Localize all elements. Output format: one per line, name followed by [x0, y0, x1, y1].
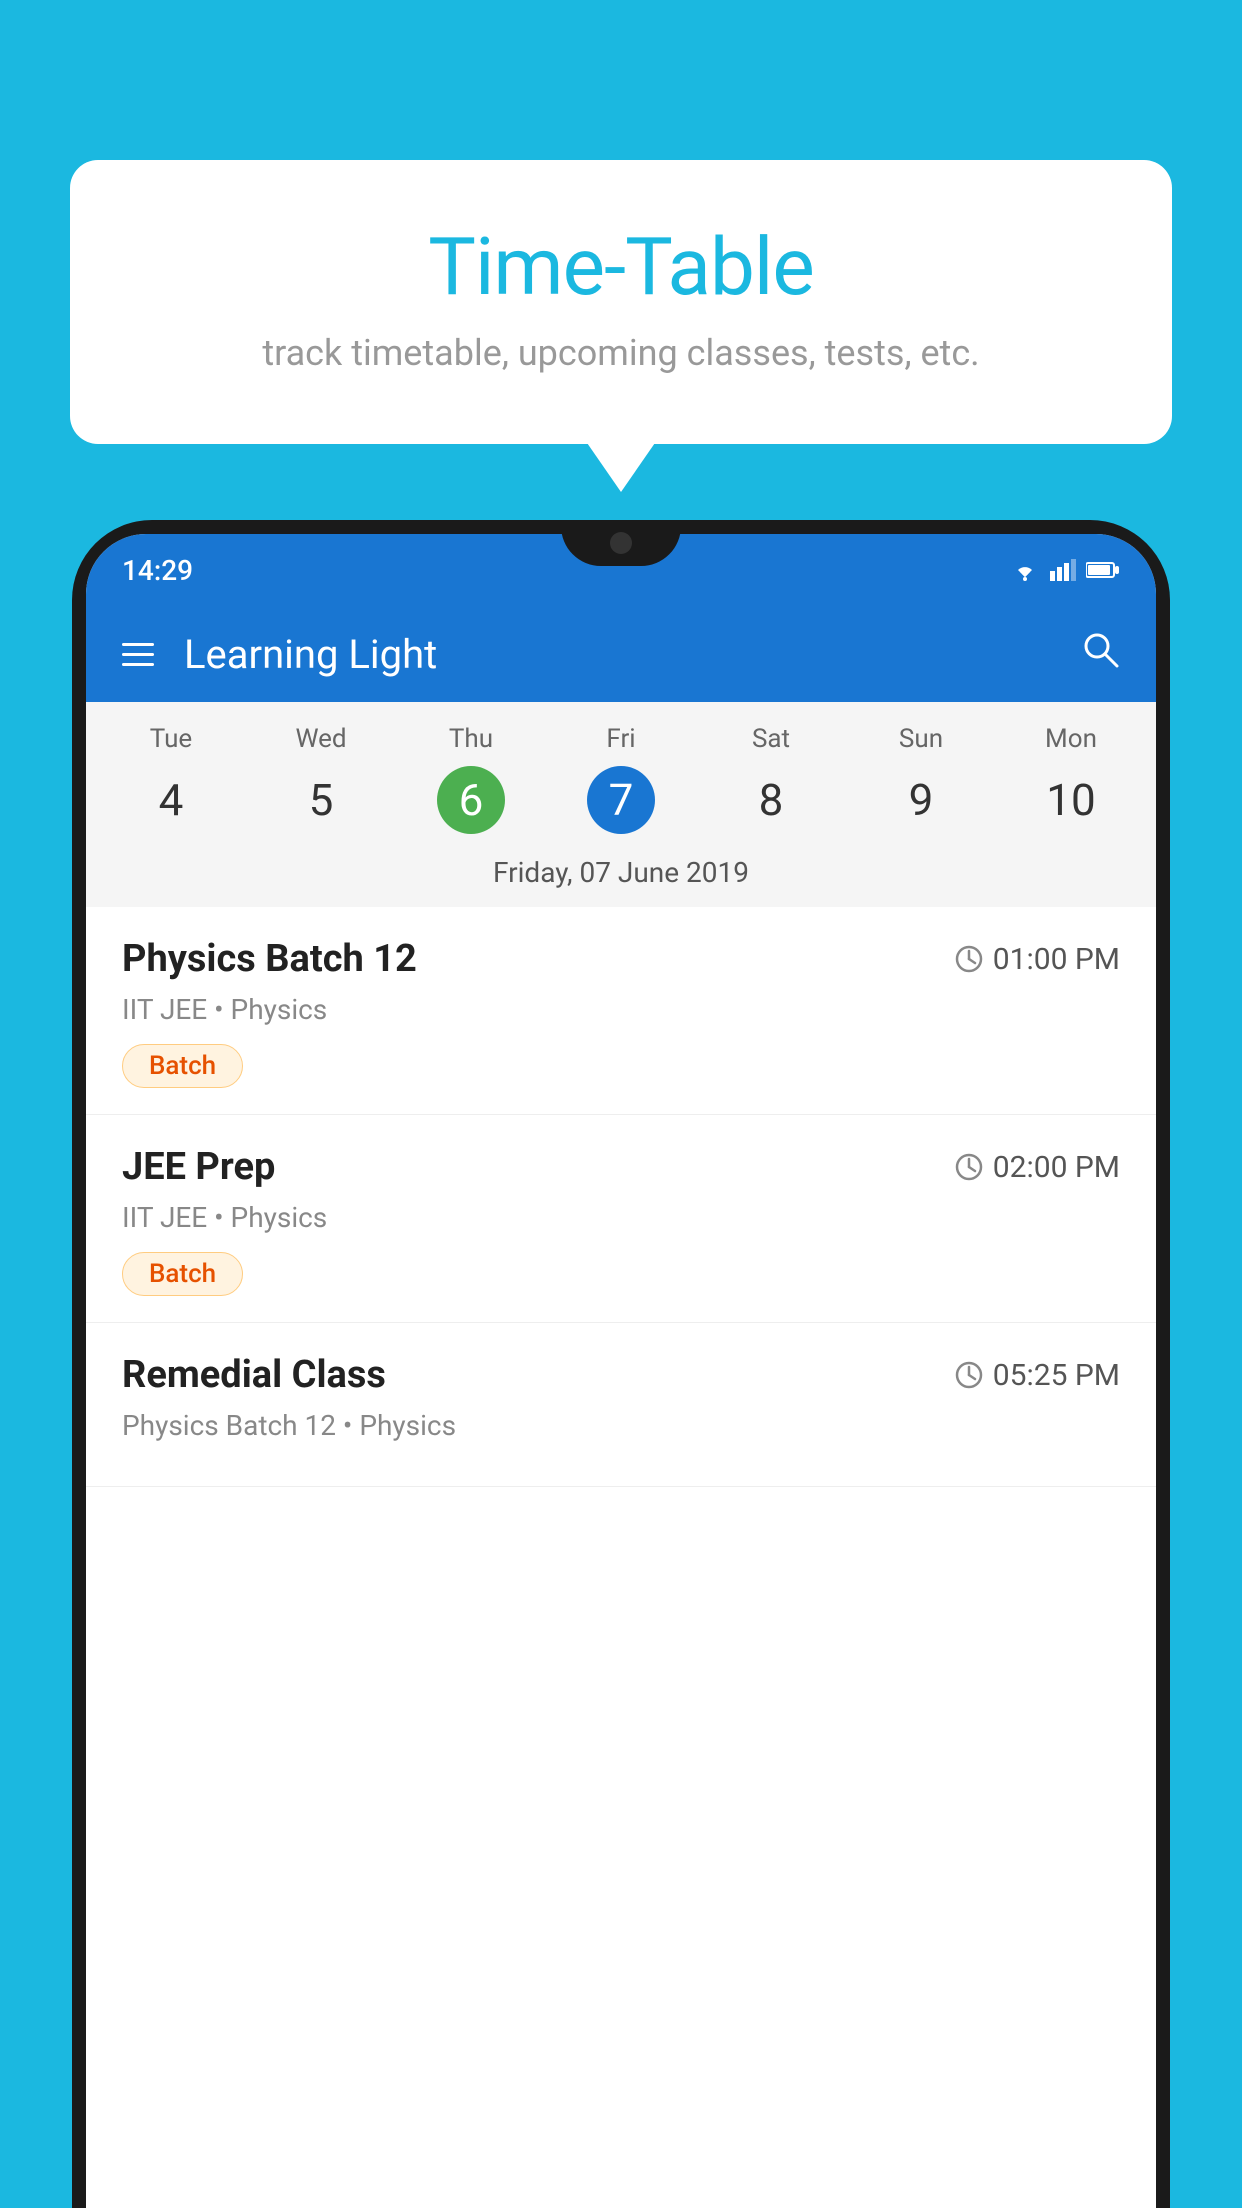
clock-icon: [955, 1153, 983, 1181]
schedule-item[interactable]: JEE Prep 02:00 PM IIT JEE • Physics Batch: [86, 1115, 1156, 1323]
tooltip-title: Time-Table: [120, 220, 1122, 314]
class-name: JEE Prep: [122, 1145, 275, 1189]
day-name: Tue: [96, 724, 246, 754]
day-name: Mon: [996, 724, 1146, 754]
clock-icon: [955, 945, 983, 973]
wifi-icon: [1010, 559, 1040, 581]
phone-mockup: 14:29: [72, 520, 1170, 2208]
batch-badge: Batch: [122, 1044, 243, 1088]
class-name: Remedial Class: [122, 1353, 386, 1397]
day-number[interactable]: 8: [737, 766, 805, 834]
phone-inner: 14:29: [86, 534, 1156, 2208]
signal-icon: [1050, 559, 1076, 581]
battery-icon: [1086, 561, 1120, 579]
calendar-day[interactable]: Wed 5: [246, 724, 396, 834]
calendar-day[interactable]: Sun 9: [846, 724, 996, 834]
day-name: Thu: [396, 724, 546, 754]
day-number[interactable]: 6: [437, 766, 505, 834]
tooltip-subtitle: track timetable, upcoming classes, tests…: [120, 332, 1122, 374]
selected-date-label: Friday, 07 June 2019: [86, 842, 1156, 907]
class-time: 01:00 PM: [955, 942, 1120, 977]
day-number[interactable]: 4: [137, 766, 205, 834]
day-name: Sun: [846, 724, 996, 754]
class-info: Physics Batch 12 • Physics: [122, 1409, 1120, 1442]
day-number[interactable]: 10: [1037, 766, 1105, 834]
status-icons: [1010, 559, 1120, 581]
schedule-item[interactable]: Remedial Class 05:25 PM Physics Batch 12 •…: [86, 1323, 1156, 1487]
calendar-section: Tue 4 Wed 5 Thu 6 Fri 7 Sat 8 Sun 9 Mon 10 Friday, 07…: [86, 702, 1156, 907]
clock-icon: [955, 1361, 983, 1389]
schedule-item-header: Physics Batch 12 01:00 PM: [122, 937, 1120, 981]
class-time: 02:00 PM: [955, 1150, 1120, 1185]
day-name: Fri: [546, 724, 696, 754]
day-name: Sat: [696, 724, 846, 754]
class-info: IIT JEE • Physics: [122, 1201, 1120, 1234]
phone-notch: [561, 520, 681, 566]
calendar-day[interactable]: Tue 4: [96, 724, 246, 834]
schedule-item-header: JEE Prep 02:00 PM: [122, 1145, 1120, 1189]
calendar-day[interactable]: Sat 8: [696, 724, 846, 834]
schedule-item-header: Remedial Class 05:25 PM: [122, 1353, 1120, 1397]
status-time: 14:29: [122, 554, 193, 587]
schedule-item[interactable]: Physics Batch 12 01:00 PM IIT JEE • Physic…: [86, 907, 1156, 1115]
class-name: Physics Batch 12: [122, 937, 417, 981]
days-of-week: Tue 4 Wed 5 Thu 6 Fri 7 Sat 8 Sun 9 Mon 10: [86, 702, 1156, 842]
class-time: 05:25 PM: [955, 1358, 1120, 1393]
day-number[interactable]: 9: [887, 766, 955, 834]
class-info: IIT JEE • Physics: [122, 993, 1120, 1026]
calendar-day[interactable]: Fri 7: [546, 724, 696, 834]
day-number[interactable]: 5: [287, 766, 355, 834]
calendar-day[interactable]: Mon 10: [996, 724, 1146, 834]
calendar-day[interactable]: Thu 6: [396, 724, 546, 834]
phone-screen: 14:29: [86, 534, 1156, 2208]
schedule-list: Physics Batch 12 01:00 PM IIT JEE • Physic…: [86, 907, 1156, 1487]
search-icon[interactable]: [1080, 629, 1120, 680]
hamburger-menu-icon[interactable]: [122, 643, 154, 666]
batch-badge: Batch: [122, 1252, 243, 1296]
day-name: Wed: [246, 724, 396, 754]
app-bar: Learning Light: [86, 606, 1156, 702]
app-title: Learning Light: [184, 631, 1080, 678]
tooltip-card: Time-Table track timetable, upcoming cla…: [70, 160, 1172, 444]
day-number[interactable]: 7: [587, 766, 655, 834]
